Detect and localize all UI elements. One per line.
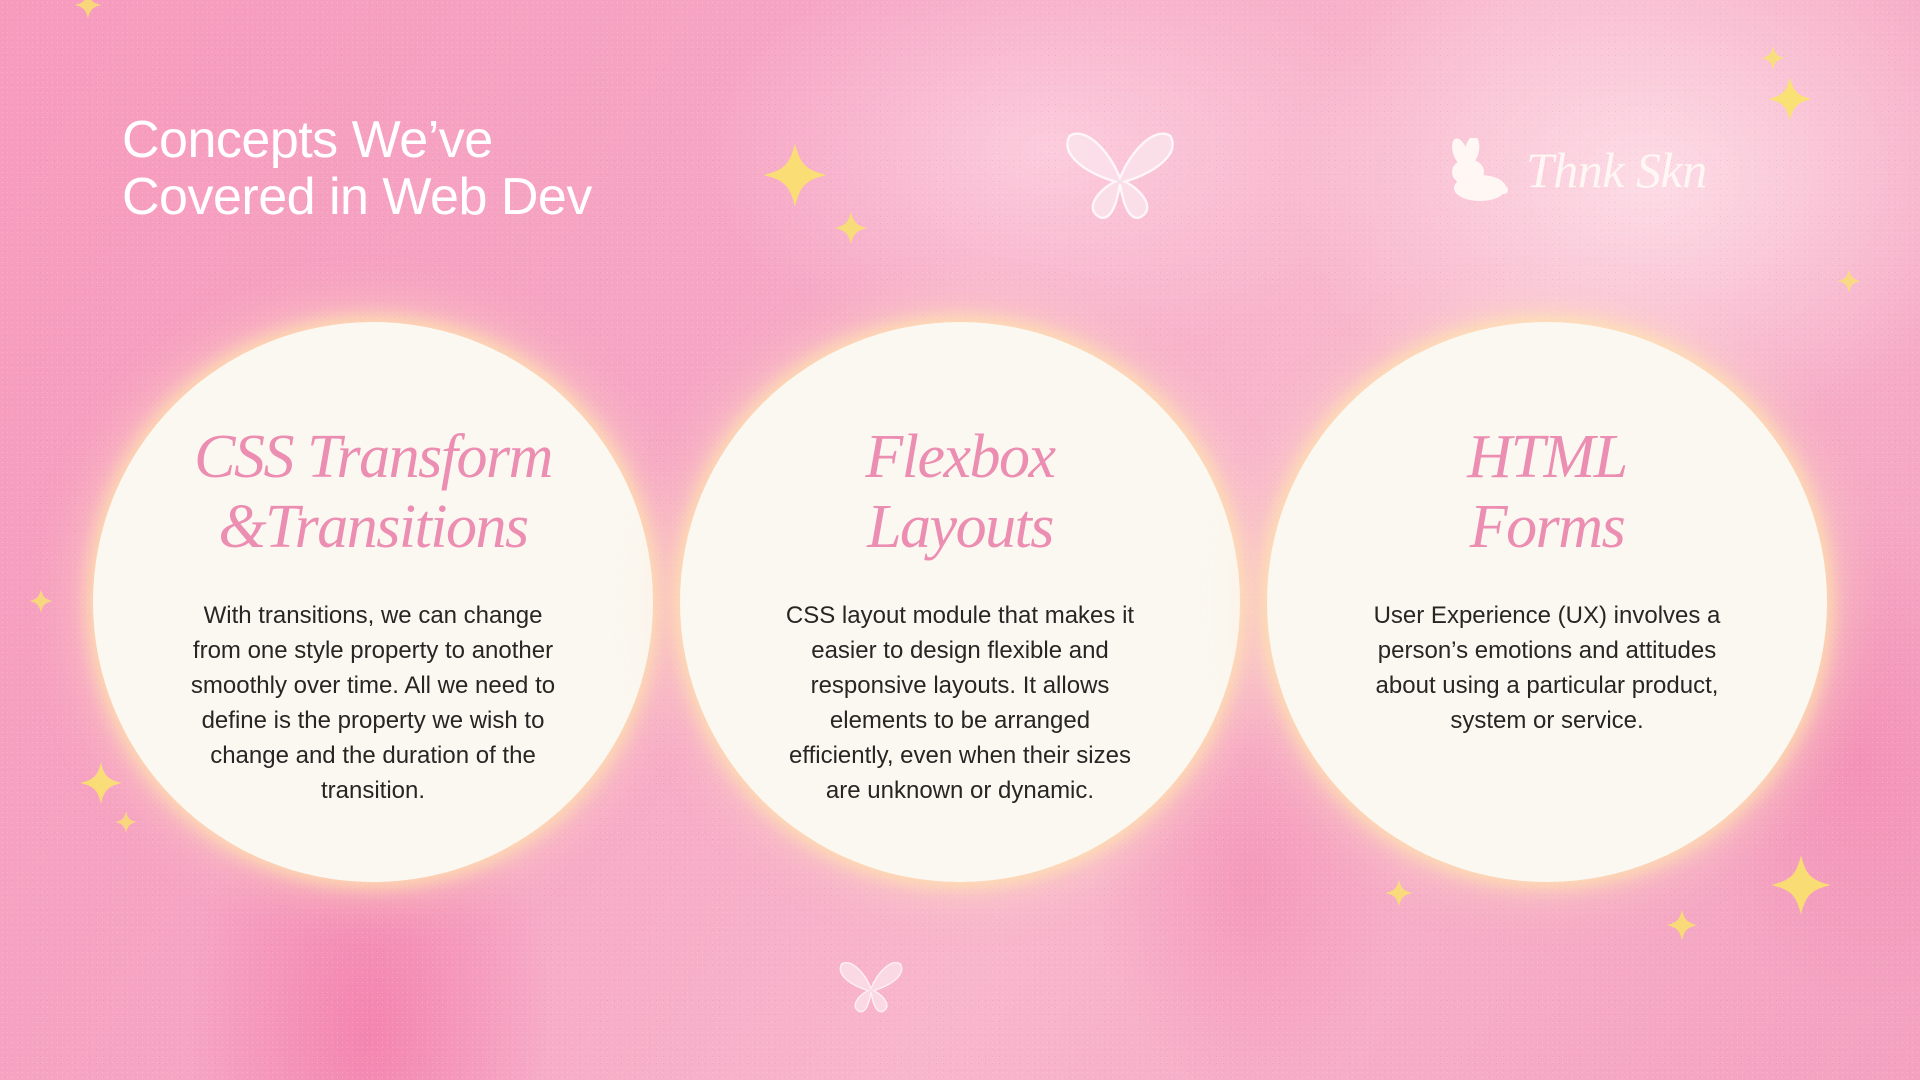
card-title-line-1: CSS Transform [194, 423, 553, 491]
card-title-line-2: Forms [1469, 493, 1626, 561]
slide-title-line-2: Covered in Web Dev [122, 168, 592, 226]
butterfly-icon [839, 962, 903, 1013]
brand-name: Thnk Skn [1526, 142, 1707, 198]
sparkle-icon [1666, 909, 1698, 941]
sparkle-icon [1771, 855, 1831, 915]
sparkle-icon [1837, 269, 1861, 293]
sparkle-icon [763, 143, 827, 207]
sparkle-icon [74, 0, 102, 19]
card-title: HTML Forms [1267, 422, 1827, 562]
butterfly-icon [1066, 132, 1174, 219]
sparkle-icon [1768, 77, 1812, 121]
sparkle-icon [834, 211, 868, 245]
card-title-line-1: Flexbox [865, 423, 1056, 491]
card-title: CSS Transform &Transitions [93, 422, 653, 562]
concept-card-css-transform: CSS Transform &Transitions With transiti… [93, 322, 653, 882]
card-description: With transitions, we can change from one… [190, 602, 556, 804]
card-description: CSS layout module that makes it easier t… [785, 602, 1135, 804]
concept-card-flexbox: Flexbox Layouts CSS layout module that m… [680, 322, 1240, 882]
card-title-line-1: HTML [1467, 423, 1628, 491]
sparkle-icon [115, 811, 137, 833]
brand-logo: Thnk Skn [1438, 130, 1728, 210]
card-title-line-2: Layouts [867, 493, 1054, 561]
concept-card-html-forms: HTML Forms User Experience (UX) involves… [1267, 322, 1827, 882]
card-title-line-2: &Transitions [218, 493, 529, 561]
sparkle-icon [1761, 46, 1785, 70]
sparkle-icon [1385, 879, 1413, 907]
bunny-icon [1452, 138, 1508, 201]
sparkle-icon [80, 762, 122, 804]
slide-title: Concepts We’ve Covered in Web Dev [122, 112, 592, 226]
card-title: Flexbox Layouts [680, 422, 1240, 562]
sparkle-icon [29, 589, 53, 613]
card-description: User Experience (UX) involves a person’s… [1373, 602, 1721, 734]
slide-title-line-1: Concepts We’ve [122, 111, 493, 169]
